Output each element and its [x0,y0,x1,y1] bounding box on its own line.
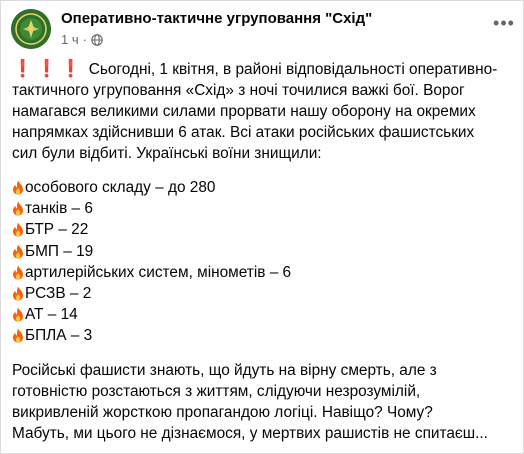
intro-line-2: тактичного угруповання «Схід» з ночі точ… [12,82,465,99]
post-meta: 1 ч · [61,32,103,47]
list-item-text: танків – 6 [25,200,93,218]
list-item: артилерійських систем, мінометів – 6 [12,262,517,283]
list-item-text: БТР – 22 [25,221,89,239]
fire-icon [12,222,24,237]
list-item-text: артилерійських систем, мінометів – 6 [25,263,292,281]
fire-icon [12,328,24,343]
intro-line-4: напрямках здійснивши 6 атак. Всі атаки р… [12,124,475,141]
more-horizontal-icon: ••• [493,12,515,33]
fire-icon [12,180,24,195]
post-time[interactable]: 1 ч [61,32,79,47]
emblem-icon [11,9,51,49]
intro-paragraph: ❗❗❗ Сьогодні, 1 квітня, в районі відпові… [12,58,517,164]
intro-line-3: намагався великими силами прорвати нашу … [12,103,476,120]
globe-icon [91,33,103,46]
more-options-button[interactable]: ••• [492,13,516,33]
list-item-text: БМП – 19 [25,242,94,260]
outro-line-3: викривленій жорсткою пропагандою логіці.… [12,403,433,421]
outro-line-4: Мабуть, ми цього не дізнаємося, у мертви… [12,424,488,442]
post-card: Оперативно-тактичне угруповання "Схід" 1… [0,0,524,454]
post-header: Оперативно-тактичне угруповання "Схід" 1… [11,7,516,51]
fire-icon [12,201,24,216]
meta-separator: · [82,32,87,47]
list-item: АТ – 14 [12,304,517,325]
fire-icon [12,244,24,259]
post-text: ❗❗❗ Сьогодні, 1 квітня, в районі відпові… [12,58,517,444]
page-title[interactable]: Оперативно-тактичне угруповання "Схід" [61,10,372,27]
list-item: танків – 6 [12,198,517,219]
fire-icon [12,286,24,301]
fire-icon [12,265,24,280]
intro-line-1: Сьогодні, 1 квітня, в районі відповідаль… [84,61,498,78]
list-item: особового складу – до 280 [12,177,517,198]
list-item: БПЛА – 3 [12,325,517,346]
list-item-text: АТ – 14 [25,306,78,324]
outro-line-1: Російські фашисти знають, що йдуть на ві… [12,361,437,379]
list-item-text: БПЛА – 3 [25,327,93,345]
losses-list: особового складу – до 280 танків – 6 БТР… [12,177,517,347]
list-item: БТР – 22 [12,219,517,240]
list-item: РСЗВ – 2 [12,283,517,304]
avatar[interactable] [11,9,51,49]
list-item-text: РСЗВ – 2 [25,285,92,303]
outro-paragraph: Російські фашисти знають, що йдуть на ві… [12,360,517,444]
list-item-text: особового складу – до 280 [25,179,216,197]
fire-icon [12,307,24,322]
intro-line-5: сил були відбиті. Українські воїни знищи… [12,145,322,162]
outro-line-2: готовністю розстаються з життям, слідуюч… [12,382,421,400]
list-item: БМП – 19 [12,241,517,262]
exclamation-icons: ❗❗❗ [12,59,85,78]
